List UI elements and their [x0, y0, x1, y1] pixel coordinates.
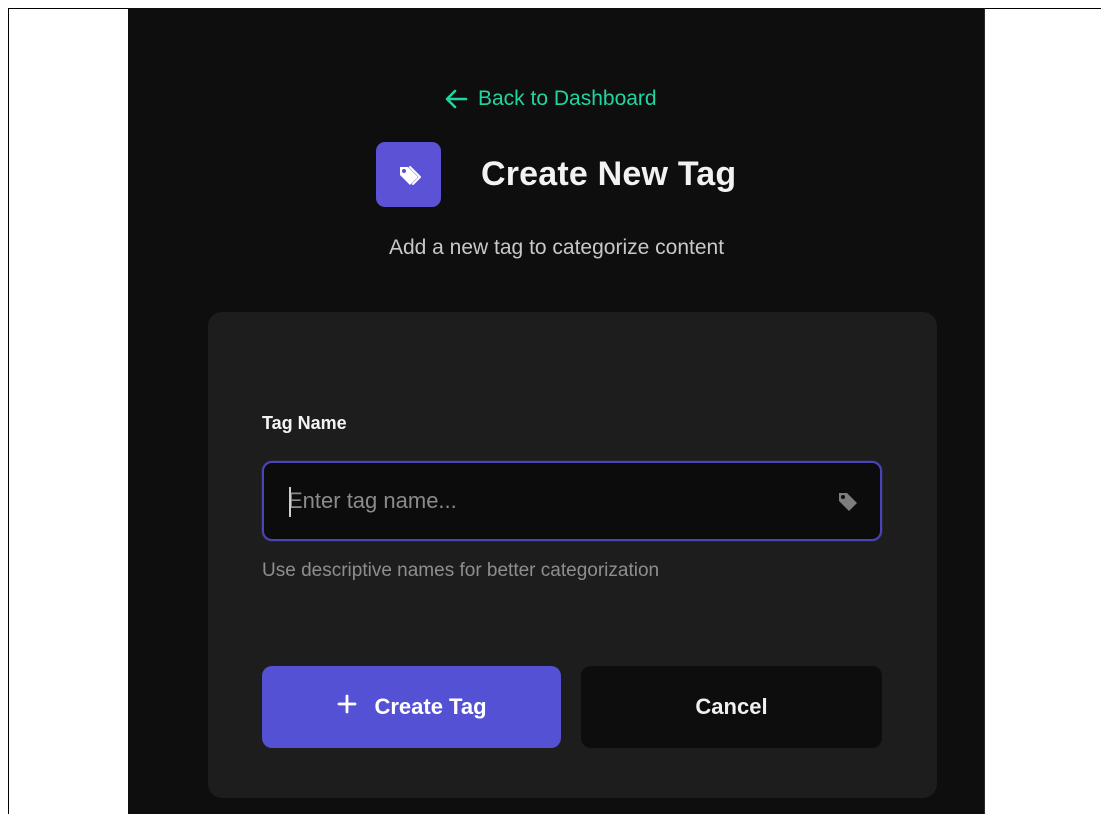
page-container: Back to Dashboard Create New Tag Add a n… [128, 8, 985, 814]
tag-icon [836, 490, 860, 517]
back-link-label: Back to Dashboard [478, 87, 657, 110]
tag-name-label: Tag Name [262, 413, 347, 433]
arrow-left-icon [444, 89, 468, 109]
tag-name-input-wrapper[interactable] [262, 461, 882, 541]
plus-icon [336, 693, 358, 721]
page-header: Create New Tag [376, 142, 736, 207]
tag-name-input[interactable] [288, 463, 828, 539]
cancel-button[interactable]: Cancel [581, 666, 882, 748]
back-to-dashboard-link[interactable]: Back to Dashboard [444, 86, 657, 112]
create-tag-form-card: Tag Name Use descriptive names for bette… [208, 312, 937, 798]
tags-icon [376, 142, 441, 207]
create-tag-button[interactable]: Create Tag [262, 666, 561, 748]
page-subtitle: Add a new tag to categorize content [388, 236, 725, 259]
create-tag-label: Create Tag [374, 694, 487, 719]
text-cursor [289, 487, 291, 517]
page-title: Create New Tag [481, 155, 737, 193]
tag-name-helper-text: Use descriptive names for better categor… [262, 560, 660, 581]
